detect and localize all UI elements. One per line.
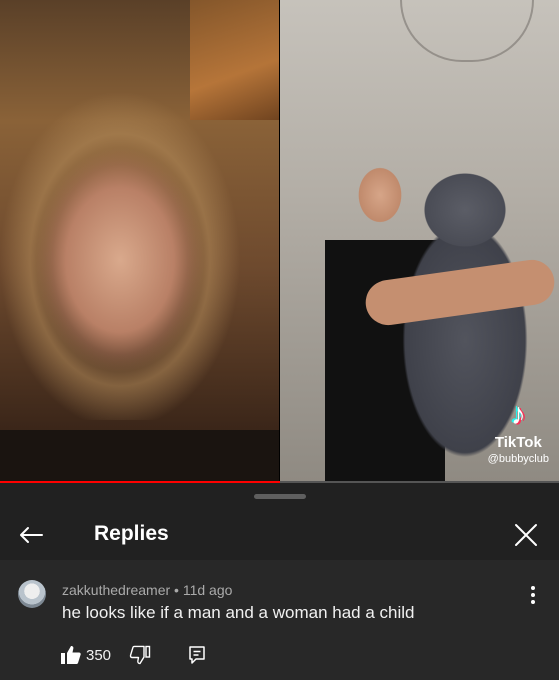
close-icon[interactable] [511, 520, 541, 550]
sheet-header: Replies [0, 508, 559, 560]
person-hair [0, 60, 279, 420]
avatar[interactable] [18, 580, 46, 608]
thumb-down-icon[interactable] [129, 644, 151, 666]
reply-icon[interactable] [187, 644, 207, 666]
tiktok-logo-icon: ♪ [510, 398, 526, 431]
watermark-name: TikTok [494, 434, 542, 451]
watermark-handle: @bubbyclub [487, 453, 549, 465]
person-shirt [0, 430, 279, 483]
back-arrow-icon[interactable] [16, 520, 46, 550]
replies-sheet: Replies zakkuthedreamer • 11d ago he loo… [0, 484, 559, 680]
drag-handle[interactable] [254, 494, 306, 499]
comment-item: zakkuthedreamer • 11d ago he looks like … [0, 560, 559, 680]
comment-meta: zakkuthedreamer • 11d ago [62, 582, 233, 598]
comment-actions: 350 [60, 643, 207, 667]
tiktok-watermark: ♪ TikTok @bubbyclub [487, 398, 549, 466]
progress-bar[interactable] [0, 481, 559, 483]
comment-text: he looks like if a man and a woman had a… [62, 603, 415, 622]
sheet-title: Replies [94, 522, 169, 545]
thumb-up-icon[interactable] [60, 644, 82, 666]
video-player[interactable]: ♪ TikTok @bubbyclub [0, 0, 559, 483]
like-count: 350 [86, 646, 112, 664]
more-vert-icon[interactable] [525, 584, 541, 606]
progress-fill [0, 481, 280, 483]
